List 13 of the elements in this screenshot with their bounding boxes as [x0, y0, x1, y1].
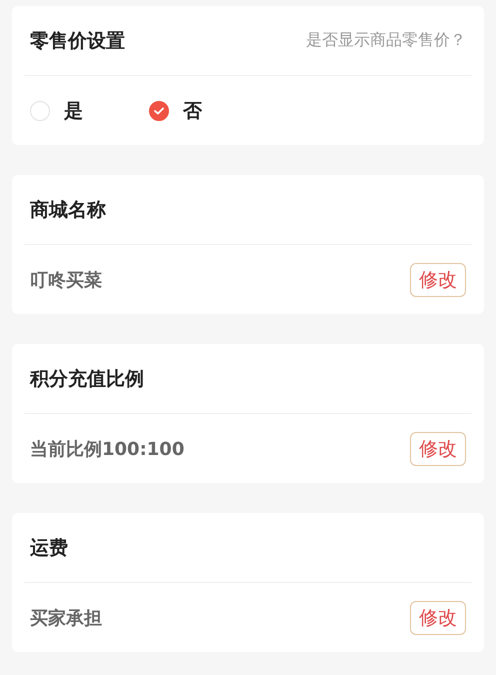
edit-button[interactable]: 修改: [410, 262, 466, 296]
setting-value: 当前比例100:100: [30, 438, 184, 460]
setting-value: 买家承担: [30, 606, 102, 630]
setting-value: 叮咚买菜: [30, 268, 102, 292]
section-title: 运费: [30, 536, 68, 560]
edit-button[interactable]: 修改: [410, 600, 466, 634]
radio-option[interactable]: 是: [30, 98, 83, 124]
radio-option[interactable]: 否: [149, 98, 202, 124]
section-title: 商城名称: [30, 198, 106, 222]
section-title: 零售价设置: [30, 28, 125, 54]
edit-button[interactable]: 修改: [410, 432, 466, 466]
hint-text: 是否显示商品零售价？: [306, 30, 466, 51]
section-title: 积分充值比例: [30, 366, 144, 392]
